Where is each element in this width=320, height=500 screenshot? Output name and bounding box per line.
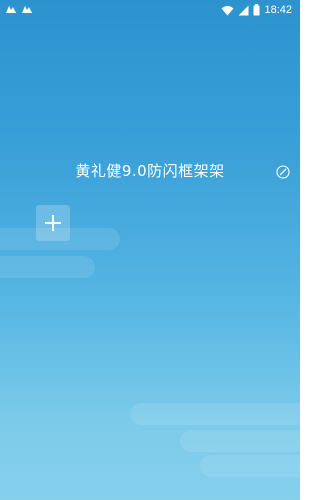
cloud-decoration — [0, 256, 95, 278]
notification-icon — [5, 3, 17, 14]
battery-icon — [253, 4, 260, 16]
cloud-decoration — [200, 455, 300, 477]
notification-icon — [21, 3, 33, 14]
app-title: 黄礼健9.0防闪框架架 — [75, 162, 225, 180]
edit-circle-icon[interactable] — [276, 164, 290, 179]
wifi-icon — [221, 5, 234, 16]
cloud-decoration — [130, 403, 300, 425]
cloud-decoration — [180, 430, 300, 452]
status-time: 18:42 — [264, 4, 292, 16]
add-button[interactable] — [36, 205, 70, 241]
signal-icon — [238, 5, 249, 16]
home-screen: 18:42 黄礼健9.0防闪框架架 — [0, 0, 300, 500]
status-bar: 18:42 — [0, 0, 300, 20]
